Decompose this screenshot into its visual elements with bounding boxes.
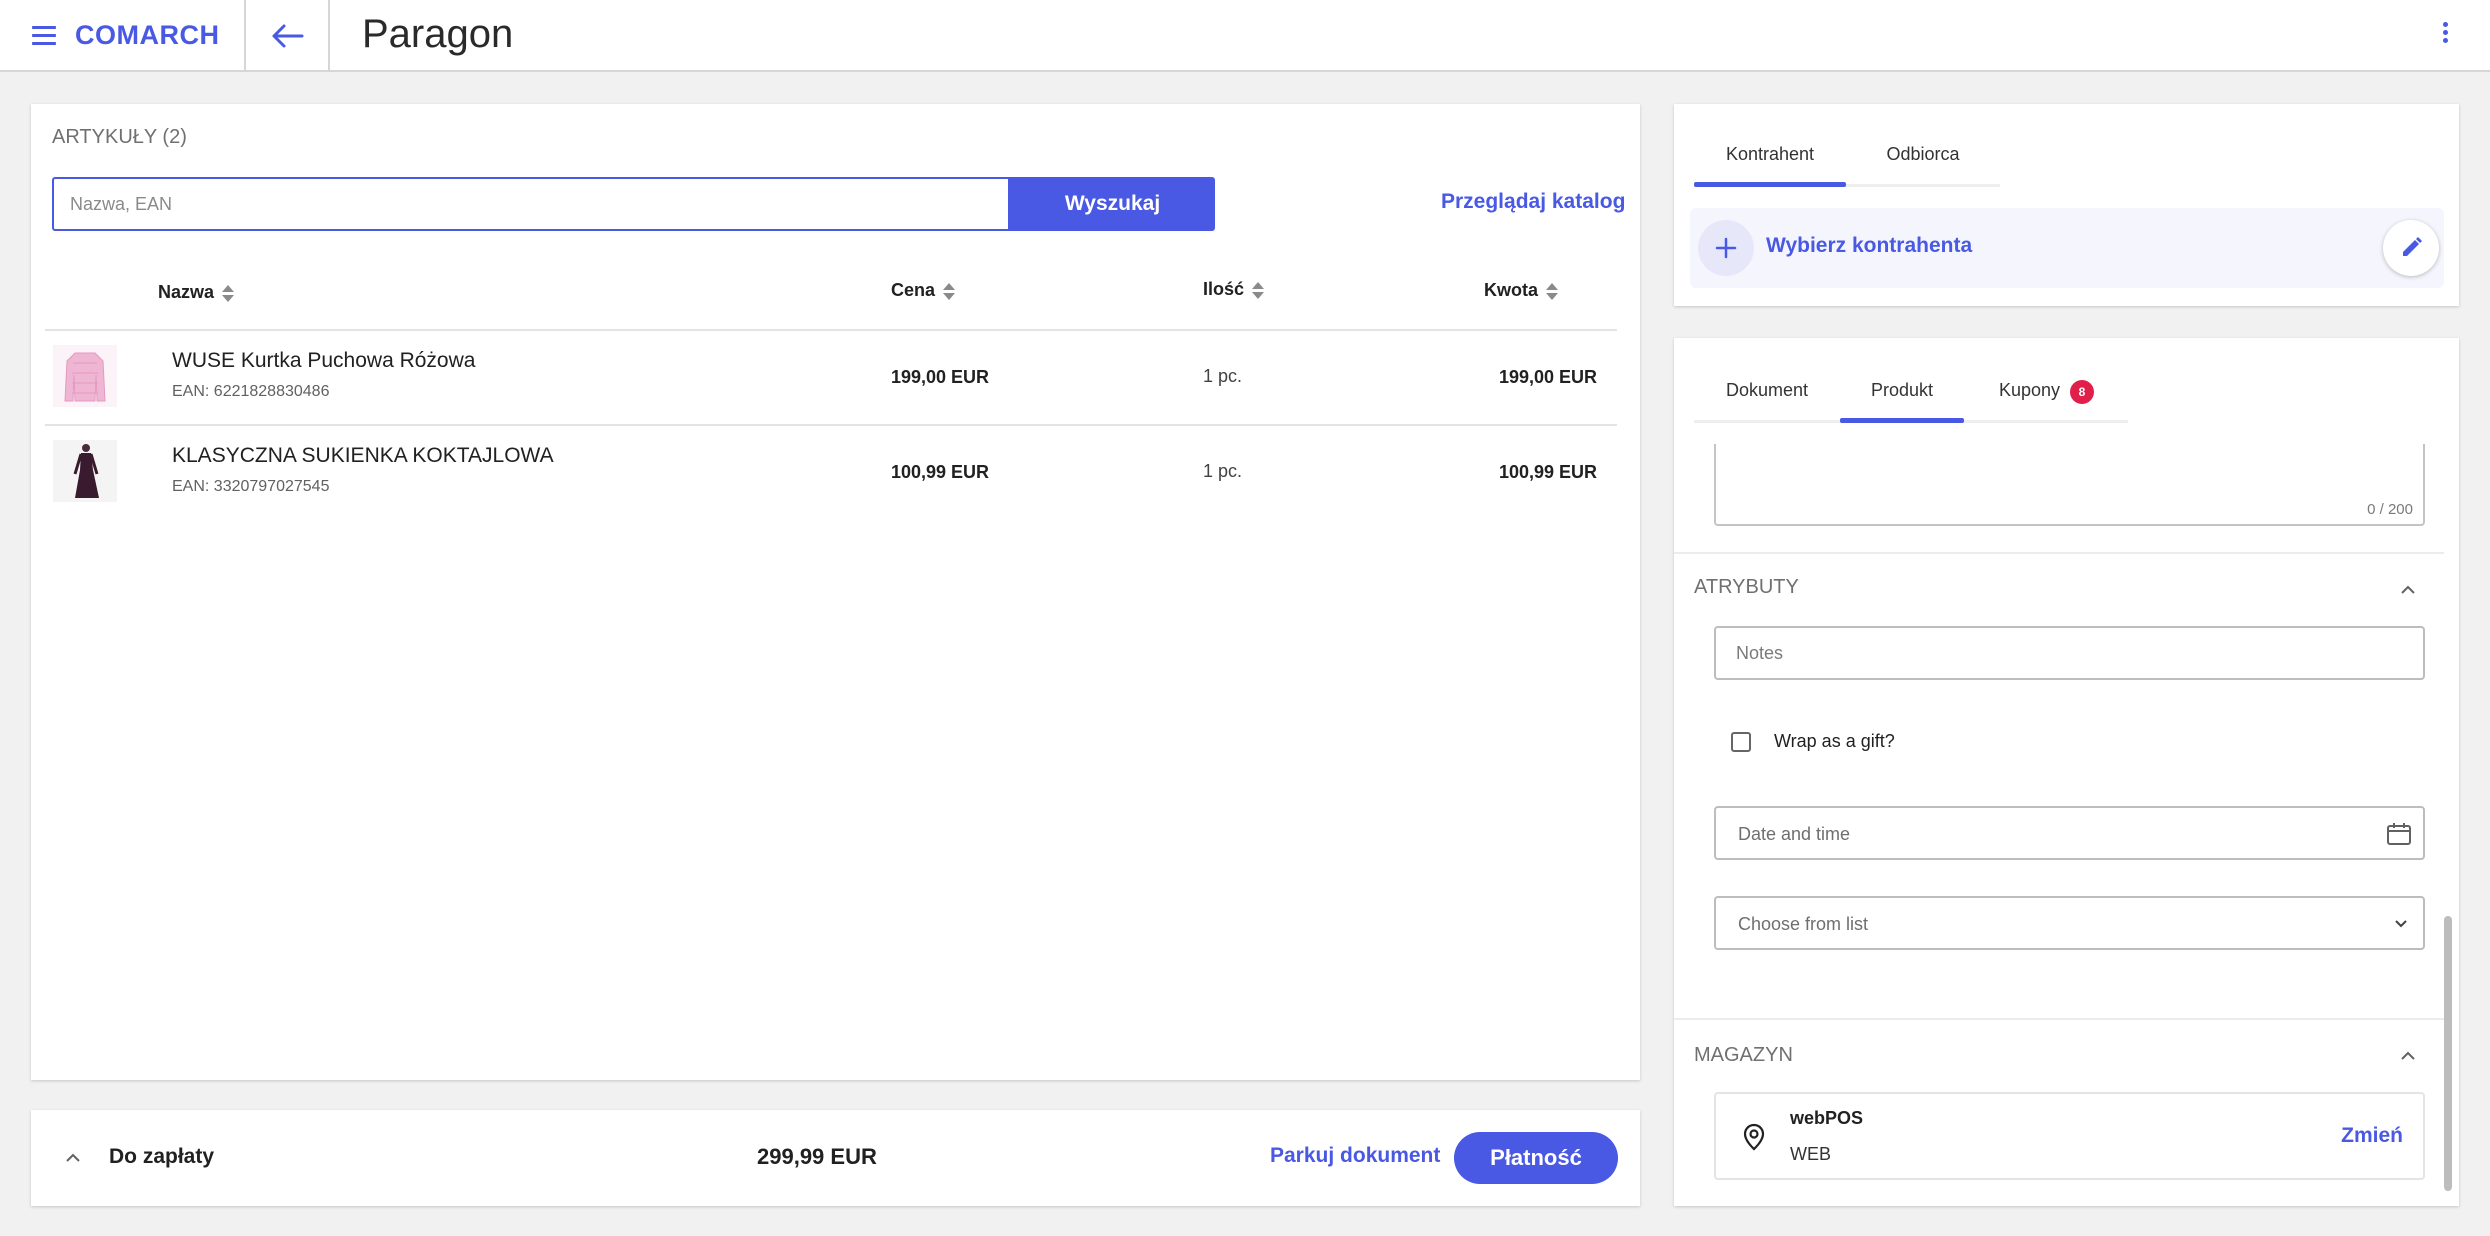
date-time-field[interactable]: Date and time bbox=[1714, 806, 2425, 860]
product-ean: EAN: 6221828830486 bbox=[172, 383, 330, 400]
articles-section-label: ARTYKUŁY (2) bbox=[52, 126, 187, 148]
product-amount: 100,99 EUR bbox=[1498, 462, 1597, 482]
sort-icon bbox=[943, 281, 956, 301]
amount-due-label: Do zapłaty bbox=[109, 1145, 215, 1168]
search-button[interactable]: Wyszukaj bbox=[1010, 177, 1215, 231]
payment-button[interactable]: Płatność bbox=[1454, 1132, 1618, 1184]
park-document-link[interactable]: Parkuj dokument bbox=[1270, 1144, 1440, 1168]
product-thumbnail bbox=[53, 440, 117, 502]
back-arrow-icon[interactable] bbox=[262, 16, 314, 56]
column-header-price[interactable]: Cena bbox=[891, 280, 956, 301]
column-header-label: Kwota bbox=[1484, 280, 1538, 300]
tab-product[interactable]: Produkt bbox=[1840, 380, 1964, 401]
search-input[interactable] bbox=[52, 177, 1010, 231]
brand-logo: COMARCH bbox=[75, 20, 220, 50]
tab-coupons[interactable]: Kupony bbox=[1964, 380, 2084, 401]
tab-recipient[interactable]: Odbiorca bbox=[1846, 144, 2000, 165]
table-row[interactable]: WUSE Kurtka Puchowa Różowa EAN: 62218288… bbox=[45, 331, 1617, 425]
location-pin-icon bbox=[1740, 1122, 1768, 1152]
articles-panel: ARTYKUŁY (2) Wyszukaj Przeglądaj katalog… bbox=[31, 104, 1640, 1080]
product-price: 199,00 EUR bbox=[891, 367, 990, 387]
column-header-label: Ilość bbox=[1203, 279, 1245, 299]
product-name: KLASYCZNA SUKIENKA KOKTAJLOWA bbox=[172, 444, 554, 467]
contractor-panel: Kontrahent Odbiorca Wybierz kontrahenta bbox=[1674, 104, 2459, 306]
warehouse-code: WEB bbox=[1790, 1144, 1832, 1164]
choose-list-placeholder: Choose from list bbox=[1738, 914, 1869, 934]
change-warehouse-link[interactable]: Zmień bbox=[2341, 1124, 2403, 1148]
calendar-icon[interactable] bbox=[2385, 820, 2413, 848]
choose-list-select[interactable]: Choose from list bbox=[1714, 896, 2425, 950]
product-ean: EAN: 3320797027545 bbox=[172, 478, 330, 495]
product-qty[interactable]: 1 pc. bbox=[1203, 461, 1242, 482]
plus-icon[interactable] bbox=[1698, 220, 1754, 276]
choose-contractor-row[interactable]: Wybierz kontrahenta bbox=[1690, 208, 2444, 288]
amount-due-total: 299,99 EUR bbox=[757, 1144, 877, 1169]
product-qty[interactable]: 1 pc. bbox=[1203, 366, 1242, 387]
character-counter: 0 / 200 bbox=[2367, 501, 2413, 518]
warehouse-section-label: MAGAZYN bbox=[1694, 1044, 1793, 1066]
product-amount: 199,00 EUR bbox=[1498, 367, 1597, 387]
date-time-placeholder: Date and time bbox=[1738, 824, 1851, 844]
notes-field[interactable] bbox=[1714, 626, 2425, 680]
tab-contractor[interactable]: Kontrahent bbox=[1694, 144, 1846, 165]
chevron-up-icon[interactable] bbox=[2400, 582, 2416, 598]
pencil-icon[interactable] bbox=[2383, 220, 2439, 276]
coupon-count-badge: 8 bbox=[2070, 380, 2094, 404]
column-header-name[interactable]: Nazwa bbox=[158, 282, 235, 303]
active-tab-indicator bbox=[1694, 182, 1846, 187]
more-options-icon[interactable] bbox=[2440, 22, 2450, 50]
payment-bar: Do zapłaty 299,99 EUR Parkuj dokument Pł… bbox=[31, 1110, 1640, 1206]
top-bar: COMARCH Paragon bbox=[0, 0, 2490, 72]
section-divider bbox=[1674, 1018, 2444, 1020]
warehouse-name: webPOS bbox=[1790, 1108, 1864, 1128]
product-name: WUSE Kurtka Puchowa Różowa bbox=[172, 349, 476, 372]
gift-checkbox-label: Wrap as a gift? bbox=[1774, 731, 1895, 751]
column-header-qty[interactable]: Ilość bbox=[1203, 279, 1265, 300]
details-panel: Dokument Produkt Kupony 8 0 / 200 ATRYBU… bbox=[1674, 338, 2459, 1206]
product-thumbnail bbox=[53, 345, 117, 407]
gift-checkbox[interactable] bbox=[1731, 732, 1751, 752]
choose-contractor-label[interactable]: Wybierz kontrahenta bbox=[1766, 234, 1972, 258]
active-tab-indicator bbox=[1840, 418, 1964, 423]
browse-catalog-link[interactable]: Przeglądaj katalog bbox=[1441, 190, 1625, 214]
column-header-label: Cena bbox=[891, 280, 936, 300]
sort-icon bbox=[222, 283, 235, 303]
warehouse-card: webPOS WEB Zmień bbox=[1714, 1092, 2425, 1180]
menu-icon[interactable] bbox=[32, 26, 56, 45]
divider bbox=[244, 0, 246, 72]
section-divider bbox=[1674, 552, 2444, 554]
chevron-up-icon[interactable] bbox=[2400, 1048, 2416, 1064]
chevron-down-icon bbox=[2393, 916, 2409, 932]
comment-textarea[interactable]: 0 / 200 bbox=[1714, 444, 2425, 526]
sort-icon bbox=[1546, 281, 1558, 301]
tab-document[interactable]: Dokument bbox=[1694, 380, 1840, 401]
product-price: 100,99 EUR bbox=[891, 462, 990, 482]
attributes-section-label: ATRYBUTY bbox=[1694, 576, 1799, 598]
scrollbar[interactable] bbox=[2444, 916, 2452, 1191]
table-row[interactable]: KLASYCZNA SUKIENKA KOKTAJLOWA EAN: 33207… bbox=[45, 426, 1617, 520]
column-header-amount[interactable]: Kwota bbox=[1484, 280, 1558, 301]
column-header-label: Nazwa bbox=[158, 282, 215, 302]
sort-icon bbox=[1252, 280, 1265, 300]
chevron-up-icon[interactable] bbox=[65, 1150, 81, 1166]
page-title: Paragon bbox=[362, 12, 514, 56]
divider bbox=[328, 0, 330, 72]
